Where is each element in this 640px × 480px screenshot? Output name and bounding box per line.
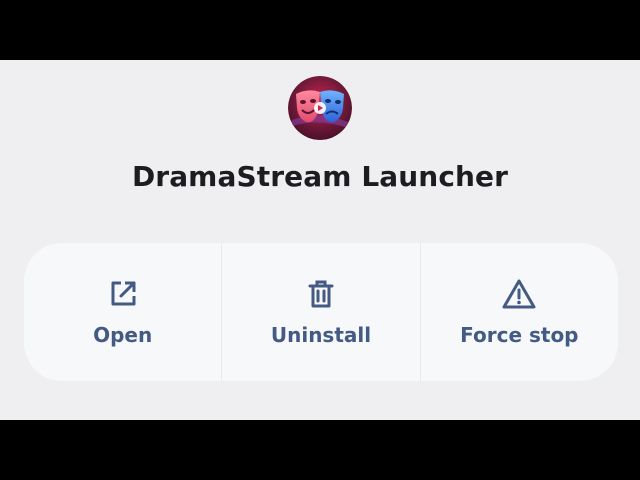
force-stop-label: Force stop <box>460 323 579 347</box>
open-external-icon <box>106 277 140 311</box>
uninstall-button[interactable]: Uninstall <box>222 243 419 381</box>
bottom-black-bar <box>0 420 640 480</box>
uninstall-label: Uninstall <box>270 323 372 347</box>
app-name: DramaStream Launcher <box>131 160 509 193</box>
warning-triangle-icon <box>502 277 536 311</box>
trash-icon <box>304 277 338 311</box>
app-actions-bar: Open Uninstall Force stop <box>24 243 618 381</box>
theater-masks-icon <box>288 76 352 140</box>
open-label: Open <box>93 323 153 347</box>
open-button[interactable]: Open <box>24 243 221 381</box>
top-black-bar <box>0 0 640 60</box>
force-stop-button[interactable]: Force stop <box>421 243 618 381</box>
